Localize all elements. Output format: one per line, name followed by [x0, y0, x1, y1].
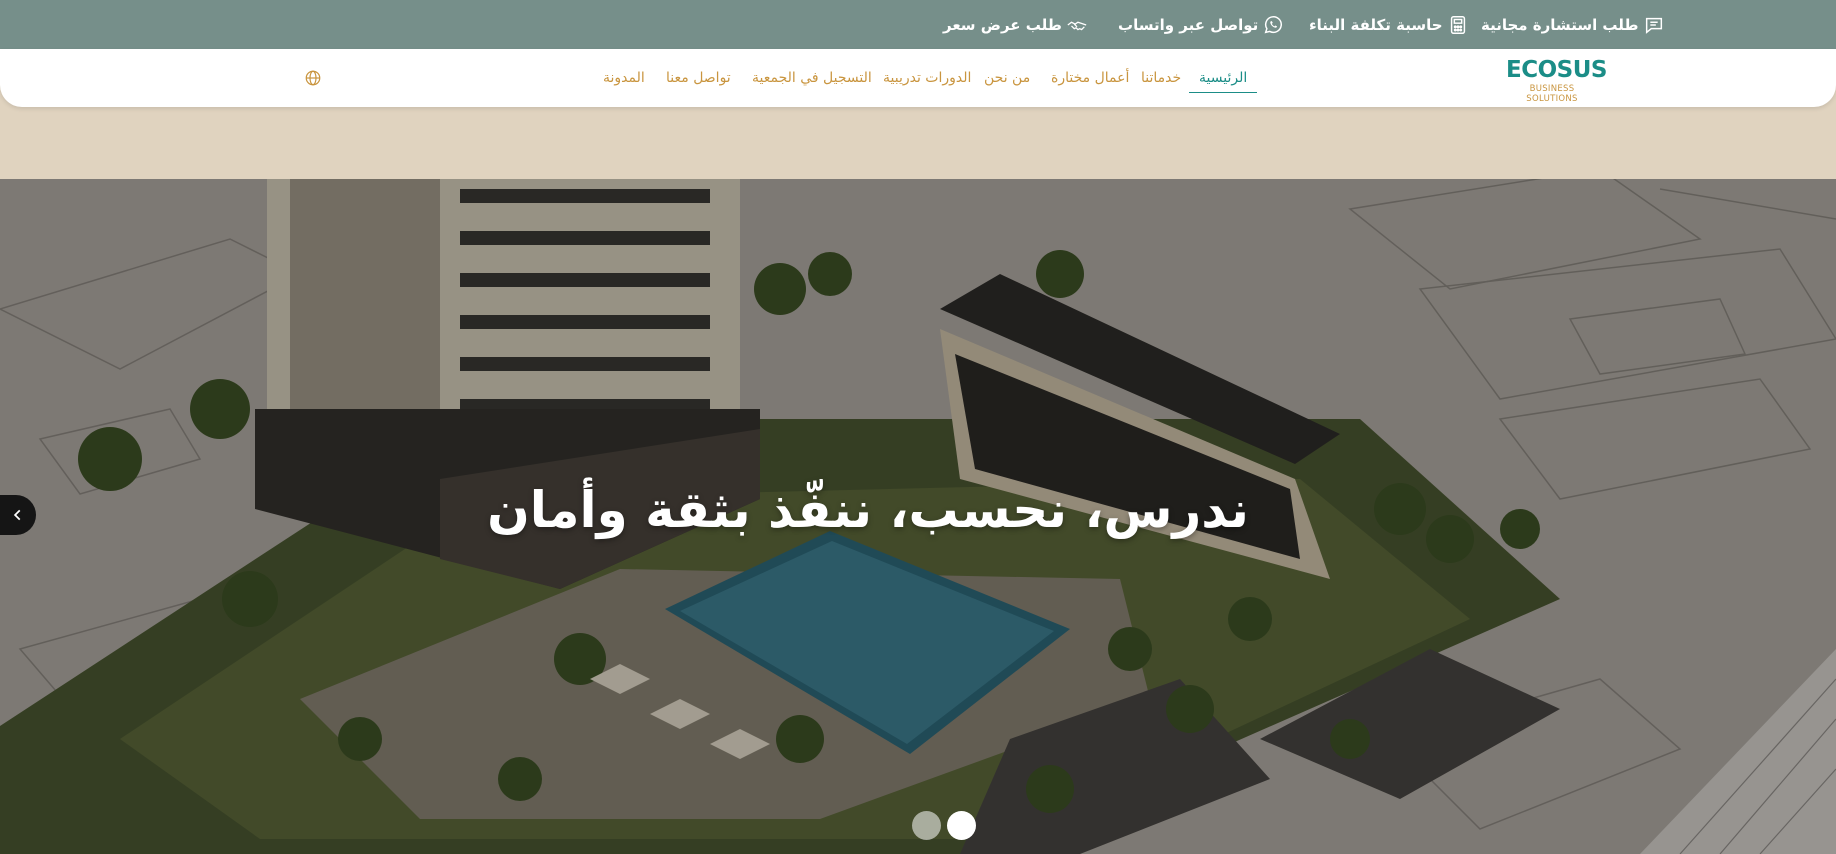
language-globe-icon[interactable] [304, 69, 322, 87]
cost-calculator-label: حاسبة تكلفة البناء [1309, 15, 1443, 34]
chevron-left-icon [13, 509, 21, 521]
slider-dot-1[interactable] [912, 811, 941, 840]
logo-wordmark: ECOSUS [1506, 57, 1607, 83]
price-quote-label: طلب عرض سعر [943, 15, 1062, 34]
handshake-icon [1067, 20, 1087, 30]
nav-services[interactable]: خدماتنا [1141, 49, 1181, 107]
chat-bubble-icon [1645, 17, 1662, 34]
hero-heading: ندرس، نحسب، ننفّذ بثقة وأمان [487, 481, 1249, 539]
nav-home[interactable]: الرئيسية [1188, 49, 1258, 107]
nav-register[interactable]: التسجيل في الجمعية [752, 49, 872, 107]
whatsapp-link[interactable]: تواصل عبر واتساب [1118, 0, 1284, 49]
logo-tagline: BUSINESS SOLUTIONS [1526, 84, 1578, 104]
nav-about[interactable]: من نحن [984, 49, 1030, 107]
slider-dot-2[interactable] [947, 811, 976, 840]
free-consultation-label: طلب استشارة مجانية [1481, 15, 1639, 34]
calculator-icon [1450, 15, 1465, 34]
cost-calculator-link[interactable]: حاسبة تكلفة البناء [1309, 0, 1469, 49]
nav-courses[interactable]: الدورات تدريبية [883, 49, 971, 107]
site-logo[interactable]: ECOSUS BUSINESS SOLUTIONS [1506, 56, 1607, 104]
price-quote-link[interactable]: طلب عرض سعر [943, 0, 1088, 49]
whatsapp-icon [1264, 15, 1283, 33]
hero-slider: ندرس، نحسب، ننفّذ بثقة وأمان [0, 179, 1836, 854]
nav-contact[interactable]: تواصل معنا [666, 49, 731, 107]
whatsapp-label: تواصل عبر واتساب [1118, 15, 1259, 34]
free-consultation-link[interactable]: طلب استشارة مجانية [1481, 0, 1665, 49]
nav-blog[interactable]: المدونة [603, 49, 645, 107]
top-bar: طلب استشارة مجانية حاسبة تكلفة البناء تو… [0, 0, 1836, 49]
main-navbar: ECOSUS BUSINESS SOLUTIONS الرئيسية خدمات… [0, 49, 1836, 107]
nav-selected-works[interactable]: أعمال مختارة [1051, 49, 1129, 107]
